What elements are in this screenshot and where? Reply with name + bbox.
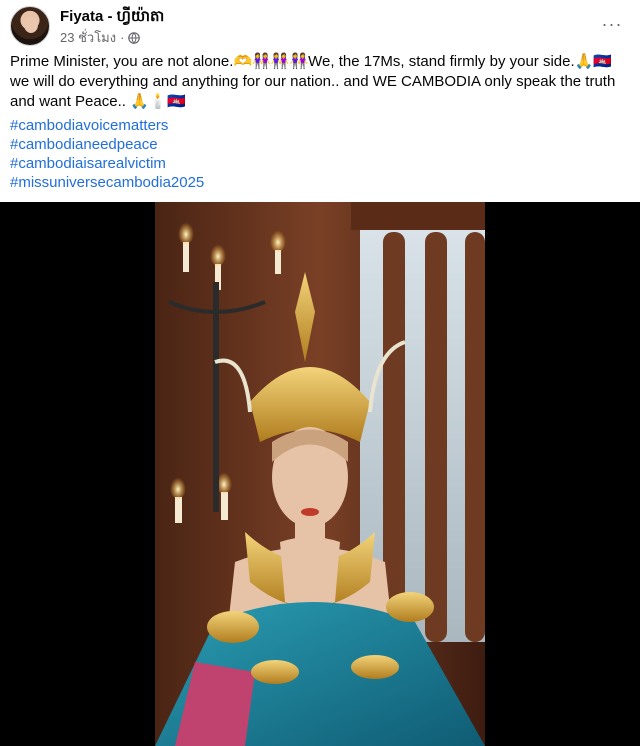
- post-header: Fiyata - ហ្វីយ៉ាតា 23 ชั่วโมง · ···: [10, 6, 630, 46]
- more-options-button[interactable]: ···: [598, 12, 626, 36]
- post-meta: 23 ชั่วโมง ·: [60, 27, 141, 48]
- globe-icon: [128, 31, 141, 44]
- more-options-icon: ···: [601, 14, 623, 34]
- hashtag-link[interactable]: #cambodianeedpeace: [10, 135, 630, 154]
- hashtag-list: #cambodiavoicematters #cambodianeedpeace…: [10, 116, 630, 192]
- meta-separator: ·: [120, 30, 125, 45]
- post-timestamp[interactable]: 23 ชั่วโมง: [60, 27, 116, 48]
- hashtag-link[interactable]: #missuniversecambodia2025: [10, 173, 630, 192]
- video-player[interactable]: [0, 202, 640, 746]
- video-still: [155, 202, 485, 746]
- hashtag-link[interactable]: #cambodiaisarealvictim: [10, 154, 630, 173]
- author-avatar[interactable]: [10, 6, 50, 46]
- video-scene: [155, 202, 485, 746]
- post-text: Prime Minister, you are not alone.🫶👭👭👭We…: [10, 53, 616, 110]
- author-name[interactable]: Fiyata - ហ្វីយ៉ាតា: [60, 7, 164, 29]
- hashtag-link[interactable]: #cambodiavoicematters: [10, 116, 630, 135]
